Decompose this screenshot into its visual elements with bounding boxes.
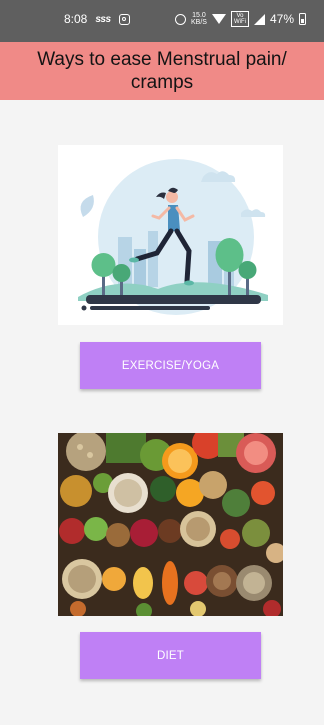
alarm-icon [174, 13, 186, 25]
page-title: Ways to ease Menstrual pain/ cramps [37, 49, 287, 93]
diet-button[interactable]: DIET [80, 632, 261, 679]
network-speed-unit: KB/S [190, 19, 207, 26]
volte-bottom: WiFi [233, 19, 246, 25]
woman-running-illustration [58, 145, 283, 325]
running-illustration-svg [58, 145, 283, 325]
diet-button-label: DIET [157, 649, 184, 662]
volte-icon: Vo WiFi [230, 11, 249, 27]
status-bar-left: 8:08 sss [64, 12, 130, 26]
status-bar: 8:08 sss 15.0 KB/S Vo WiFi 47% [0, 0, 324, 42]
battery-icon [299, 13, 306, 25]
exercise-yoga-button-label: EXERCISE/YOGA [121, 359, 220, 372]
network-speed-icon: 15.0 KB/S [191, 12, 207, 26]
healthy-food-assortment-photo [58, 433, 283, 616]
instagram-icon [118, 13, 130, 25]
wifi-icon [211, 14, 226, 24]
signal-icon [253, 13, 265, 25]
app-header: Ways to ease Menstrual pain/ cramps [0, 42, 324, 100]
battery-percent: 47% [269, 12, 294, 26]
food-photo-svg [58, 433, 283, 616]
network-speed-value: 15.0 [192, 12, 206, 19]
status-bar-right: 15.0 KB/S Vo WiFi 47% [174, 11, 306, 27]
carrier-icon: sss [95, 13, 111, 25]
status-time: 8:08 [64, 12, 88, 26]
exercise-yoga-button[interactable]: EXERCISE/YOGA [80, 342, 261, 389]
